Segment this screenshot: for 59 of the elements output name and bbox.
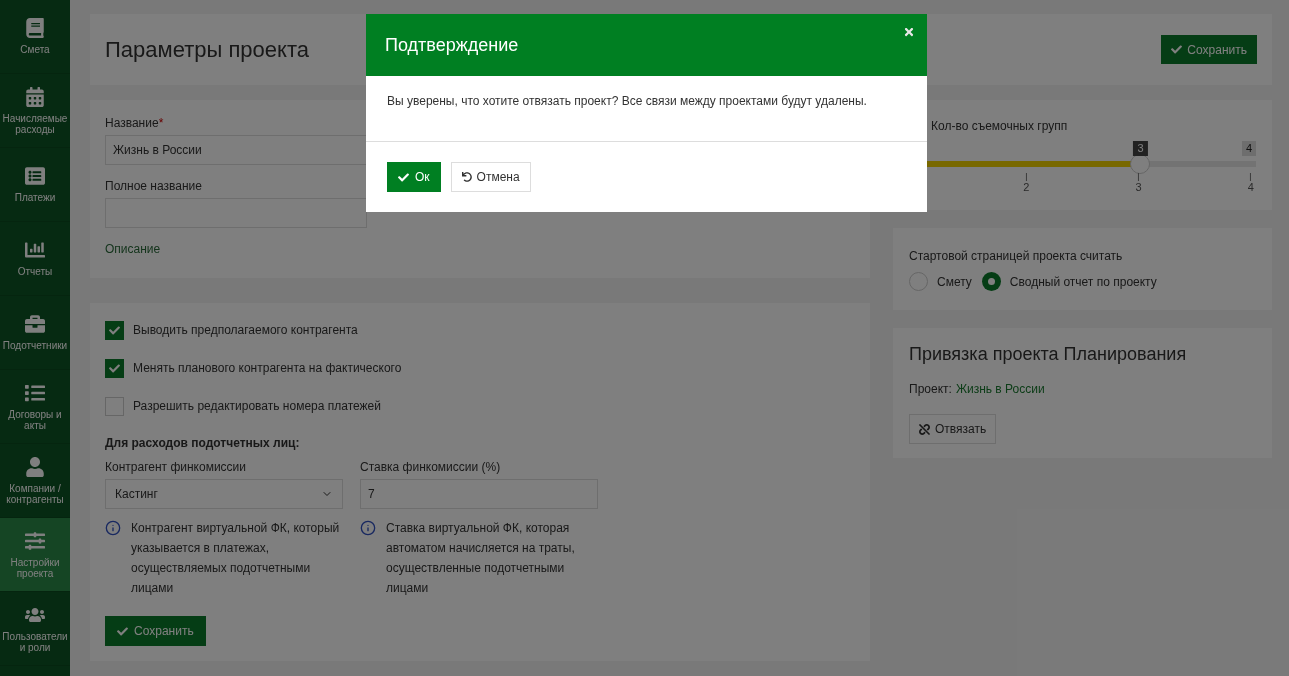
project-label: Проект: — [909, 381, 952, 398]
hint-text: Контрагент виртуальной ФК, который указывается в платежах, осуществляемых подотчетными лицами — [131, 520, 341, 597]
tick-text: 3 — [1135, 181, 1142, 193]
name-field[interactable]: Жизнь в России — [105, 135, 367, 165]
save-button[interactable]: Сохранить — [105, 616, 206, 646]
field-label: Контрагент финкомиссии — [105, 459, 247, 476]
slider-label: Кол-во съемочных групп — [930, 118, 1069, 135]
radio-label: Смету — [937, 273, 972, 291]
info-icon — [360, 520, 376, 536]
field-label: Описание — [105, 241, 162, 258]
field-label: Стартовой страницей проекта считать — [909, 248, 1124, 265]
hint-text: Ставка виртуальной ФК, которая автоматом начисляется на траты, осуществленные подотчетными лицами — [386, 520, 576, 597]
save-button[interactable]: Сохранить — [1161, 35, 1257, 64]
field-label: Название* — [105, 115, 165, 132]
ok-button[interactable]: Ок — [387, 162, 441, 192]
field-label: Полное название — [105, 178, 203, 195]
value-bubble: 3 — [1133, 141, 1148, 156]
radio-button[interactable] — [909, 272, 928, 291]
checkbox-label: Выводить предполагаемого контрагента — [133, 322, 358, 339]
checkbox[interactable] — [105, 320, 124, 340]
dialog-title: Подтверждение — [385, 33, 519, 57]
checkbox[interactable] — [105, 358, 124, 378]
cancel-button[interactable]: Отмена — [450, 162, 531, 192]
slider-handle[interactable] — [1130, 154, 1151, 174]
list-icon — [25, 382, 45, 403]
dialog-message: Вы уверены, что хотите отвязать проект? Все связи между проектами будут удалены. — [387, 93, 868, 110]
info-icon — [105, 520, 121, 536]
check-icon — [117, 625, 128, 637]
section-title: Привязка проекта Планирования — [909, 343, 1188, 366]
checkbox-label: Менять планового контрагента на фактического — [133, 360, 402, 377]
project-link[interactable]: Жизнь в России — [955, 380, 1045, 398]
briefcase-icon — [25, 314, 45, 334]
close-icon[interactable] — [903, 26, 915, 38]
check-icon — [398, 171, 409, 183]
sliders-icon — [25, 530, 45, 551]
full-name-field[interactable] — [105, 198, 367, 228]
counterparty-select[interactable]: Кастинг — [105, 479, 343, 509]
list-icon — [25, 166, 45, 186]
tick-text: 4 — [1247, 181, 1254, 193]
check-icon — [109, 324, 120, 336]
section-heading: Для расходов подотчетных лиц: — [105, 435, 301, 452]
user-icon — [25, 456, 45, 477]
sidebar-item[interactable]: Настройки проекта — [0, 518, 70, 592]
field-label: Ставка финкомиссии (%) — [360, 459, 502, 476]
unlink-button[interactable]: Отвязать — [909, 414, 997, 444]
broken-link-icon — [919, 423, 930, 435]
check-icon — [109, 362, 120, 374]
tick-text: 2 — [1023, 181, 1030, 193]
max-bubble: 4 — [1241, 141, 1256, 156]
rate-field[interactable]: 7 — [360, 479, 598, 509]
checkbox-label: Разрешить редактировать номера платежей — [133, 398, 381, 415]
radio-label: Сводный отчет по проекту — [1009, 273, 1157, 291]
undo-icon — [461, 172, 472, 182]
book-icon — [25, 18, 45, 38]
calendar-icon — [25, 86, 45, 107]
check-icon — [1171, 44, 1183, 55]
radio-button[interactable] — [981, 272, 1001, 291]
page-title: Параметры проекта — [105, 36, 309, 64]
bar-chart-icon — [25, 240, 45, 260]
